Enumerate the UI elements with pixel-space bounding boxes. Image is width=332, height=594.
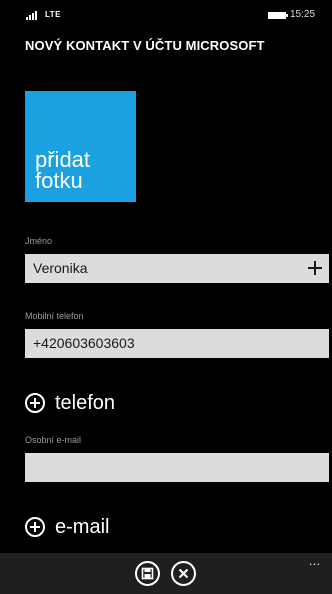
- close-icon: [178, 568, 189, 579]
- status-bar: LTE 15:25: [0, 0, 332, 26]
- name-label: Jméno: [25, 236, 53, 246]
- page-title: NOVÝ KONTAKT V ÚČTU MICROSOFT: [25, 38, 265, 53]
- name-field[interactable]: Veronika: [25, 254, 329, 283]
- add-phone-label: telefon: [55, 391, 116, 414]
- more-options-button[interactable]: ...: [309, 555, 321, 567]
- add-photo-button[interactable]: přidat fotku: [25, 91, 136, 202]
- expand-name-icon[interactable]: [307, 260, 323, 276]
- name-value: Veronika: [33, 260, 88, 276]
- mobile-phone-value: +420603603603: [33, 335, 135, 351]
- add-photo-label: přidat fotku: [35, 147, 91, 193]
- app-bar: ...: [0, 553, 332, 594]
- save-icon: [141, 567, 154, 580]
- mobile-phone-field[interactable]: +420603603603: [25, 329, 329, 358]
- add-phone-button[interactable]: telefon: [25, 388, 115, 418]
- add-email-button[interactable]: e-mail: [25, 512, 109, 542]
- add-circle-icon: [25, 517, 45, 537]
- save-button[interactable]: [135, 561, 160, 586]
- cancel-button[interactable]: [171, 561, 196, 586]
- personal-email-field[interactable]: [25, 453, 329, 482]
- clock: 15:25: [290, 9, 316, 20]
- mobile-phone-label: Mobilní telefon: [25, 311, 84, 321]
- add-email-label: e-mail: [55, 515, 110, 538]
- network-type: LTE: [45, 10, 62, 19]
- battery-icon: [268, 12, 288, 19]
- add-circle-icon: [25, 393, 45, 413]
- personal-email-label: Osobní e-mail: [25, 435, 82, 445]
- signal-strength-icon: [26, 10, 42, 20]
